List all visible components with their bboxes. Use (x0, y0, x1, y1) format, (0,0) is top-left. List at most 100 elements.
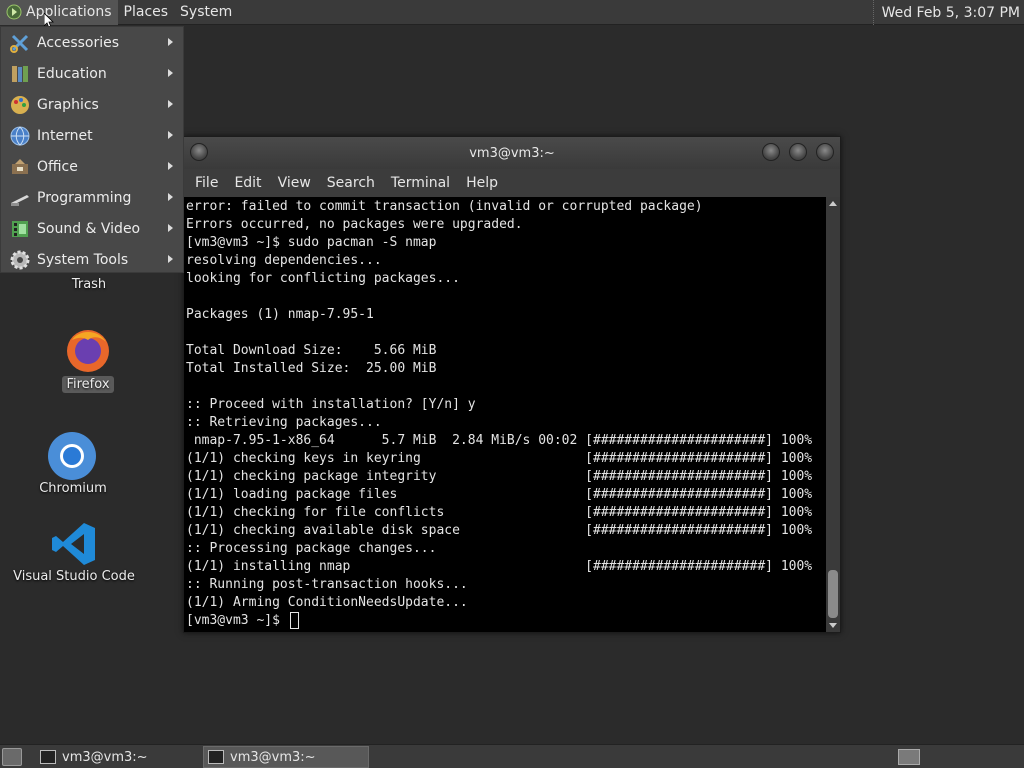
menu-help[interactable]: Help (458, 175, 506, 191)
clock[interactable]: Wed Feb 5, 3:07 PM (872, 0, 1024, 25)
submenu-arrow-icon (168, 193, 173, 201)
taskbar-item-terminal-1[interactable]: vm3@vm3:~ (36, 746, 202, 768)
window-title: vm3@vm3:~ (469, 145, 555, 161)
submenu-arrow-icon (168, 131, 173, 139)
scroll-up-arrow-icon[interactable] (829, 201, 837, 206)
applications-label: Applications (26, 4, 112, 20)
terminal-titlebar[interactable]: vm3@vm3:~ (184, 137, 840, 169)
terminal-line: [vm3@vm3 ~]$ sudo pacman -S nmap (186, 235, 437, 250)
window-menu-button[interactable] (190, 143, 208, 161)
applications-menu[interactable]: Applications (0, 0, 118, 25)
scrollbar-thumb[interactable] (828, 570, 838, 618)
terminal-line: Packages (1) nmap-7.95-1 (186, 307, 374, 322)
desktop-firefox-label[interactable]: Firefox (56, 376, 120, 393)
terminal-output[interactable]: error: failed to commit transaction (inv… (184, 197, 827, 632)
terminal-line: :: Retrieving packages... (186, 415, 382, 430)
terminal-scrollbar[interactable] (826, 197, 840, 632)
internet-icon (10, 126, 30, 146)
terminal-line: looking for conflicting packages... (186, 271, 460, 286)
top-panel: Applications Places System Wed Feb 5, 3:… (0, 0, 1024, 25)
menu-search[interactable]: Search (319, 175, 383, 191)
education-icon (12, 65, 28, 82)
minimize-button[interactable] (762, 143, 780, 161)
show-desktop-icon[interactable] (2, 748, 22, 766)
taskbar-item-terminal-2[interactable]: vm3@vm3:~ (203, 746, 369, 768)
sound-video-icon (12, 220, 28, 237)
menu-item-accessories[interactable]: Accessories (1, 27, 183, 58)
menu-item-label: Education (37, 65, 107, 82)
firefox-icon[interactable] (64, 326, 112, 374)
menu-item-label: Office (37, 158, 78, 175)
menu-item-graphics[interactable]: Graphics (1, 89, 183, 120)
terminal-icon (40, 750, 56, 764)
terminal-line: :: Processing package changes... (186, 541, 437, 556)
workspace-switcher[interactable] (898, 749, 920, 765)
terminal-prompt: [vm3@vm3 ~]$ (186, 613, 288, 628)
menu-edit[interactable]: Edit (226, 175, 269, 191)
terminal-line: (1/1) loading package files [###########… (186, 487, 813, 502)
menu-item-programming[interactable]: Programming (1, 182, 183, 213)
menu-item-label: Sound & Video (37, 220, 141, 237)
menu-terminal[interactable]: Terminal (383, 175, 458, 191)
system-tools-icon (10, 250, 30, 269)
office-icon (12, 158, 28, 174)
terminal-line: Total Installed Size: 25.00 MiB (186, 361, 437, 376)
places-menu[interactable]: Places (118, 0, 175, 25)
terminal-menubar: File Edit View Search Terminal Help (184, 169, 840, 197)
terminal-line: (1/1) installing nmap [#################… (186, 559, 813, 574)
menu-item-label: System Tools (37, 251, 129, 268)
submenu-arrow-icon (168, 255, 173, 263)
submenu-arrow-icon (168, 162, 173, 170)
applications-icon (6, 4, 22, 20)
submenu-arrow-icon (168, 69, 173, 77)
maximize-button[interactable] (789, 143, 807, 161)
submenu-arrow-icon (168, 224, 173, 232)
applications-dropdown: Accessories Education Graphics Internet (0, 26, 184, 273)
taskbar-item-label: vm3@vm3:~ (62, 749, 148, 765)
desktop-vscode-label[interactable]: Visual Studio Code (12, 569, 136, 584)
terminal-line: error: failed to commit transaction (inv… (186, 199, 703, 214)
menu-item-office[interactable]: Office (1, 151, 183, 182)
terminal-line: resolving dependencies... (186, 253, 382, 268)
terminal-line: nmap-7.95-1-x86_64 5.7 MiB 2.84 MiB/s 00… (186, 433, 813, 448)
vscode-icon[interactable] (51, 521, 97, 567)
terminal-window[interactable]: vm3@vm3:~ File Edit View Search Terminal… (183, 136, 841, 633)
terminal-line: :: Running post-transaction hooks... (186, 577, 468, 592)
menu-item-label: Internet (37, 127, 93, 144)
desktop-trash-label[interactable]: Trash (64, 277, 114, 292)
terminal-line: (1/1) checking available disk space [###… (186, 523, 813, 538)
accessories-icon (10, 34, 29, 53)
terminal-line: (1/1) Arming ConditionNeedsUpdate... (186, 595, 468, 610)
graphics-icon (11, 95, 29, 114)
terminal-icon (208, 750, 224, 764)
programming-icon (11, 194, 29, 206)
terminal-line: Errors occurred, no packages were upgrad… (186, 217, 523, 232)
submenu-arrow-icon (168, 100, 173, 108)
menu-item-label: Programming (37, 189, 132, 206)
menu-item-internet[interactable]: Internet (1, 120, 183, 151)
terminal-line: (1/1) checking keys in keyring [########… (186, 451, 813, 466)
terminal-prompt-line[interactable]: [vm3@vm3 ~]$ (186, 612, 827, 630)
chromium-icon[interactable] (47, 431, 97, 481)
menu-item-education[interactable]: Education (1, 58, 183, 89)
menu-item-label: Accessories (37, 34, 120, 51)
close-button[interactable] (816, 143, 834, 161)
terminal-line: :: Proceed with installation? [Y/n] y (186, 397, 476, 412)
bottom-panel: vm3@vm3:~ vm3@vm3:~ (0, 744, 1024, 768)
terminal-line: (1/1) checking package integrity [######… (186, 469, 813, 484)
scroll-down-arrow-icon[interactable] (829, 623, 837, 628)
submenu-arrow-icon (168, 38, 173, 46)
menu-item-sound-video[interactable]: Sound & Video (1, 213, 183, 244)
menu-item-system-tools[interactable]: System Tools (1, 244, 183, 275)
desktop-chromium-label[interactable]: Chromium (32, 481, 114, 496)
menu-item-label: Graphics (37, 96, 99, 113)
terminal-cursor (289, 612, 299, 629)
taskbar-item-label: vm3@vm3:~ (230, 749, 316, 765)
system-menu[interactable]: System (174, 0, 238, 25)
terminal-line: Total Download Size: 5.66 MiB (186, 343, 437, 358)
menu-file[interactable]: File (187, 175, 226, 191)
menu-view[interactable]: View (270, 175, 319, 191)
